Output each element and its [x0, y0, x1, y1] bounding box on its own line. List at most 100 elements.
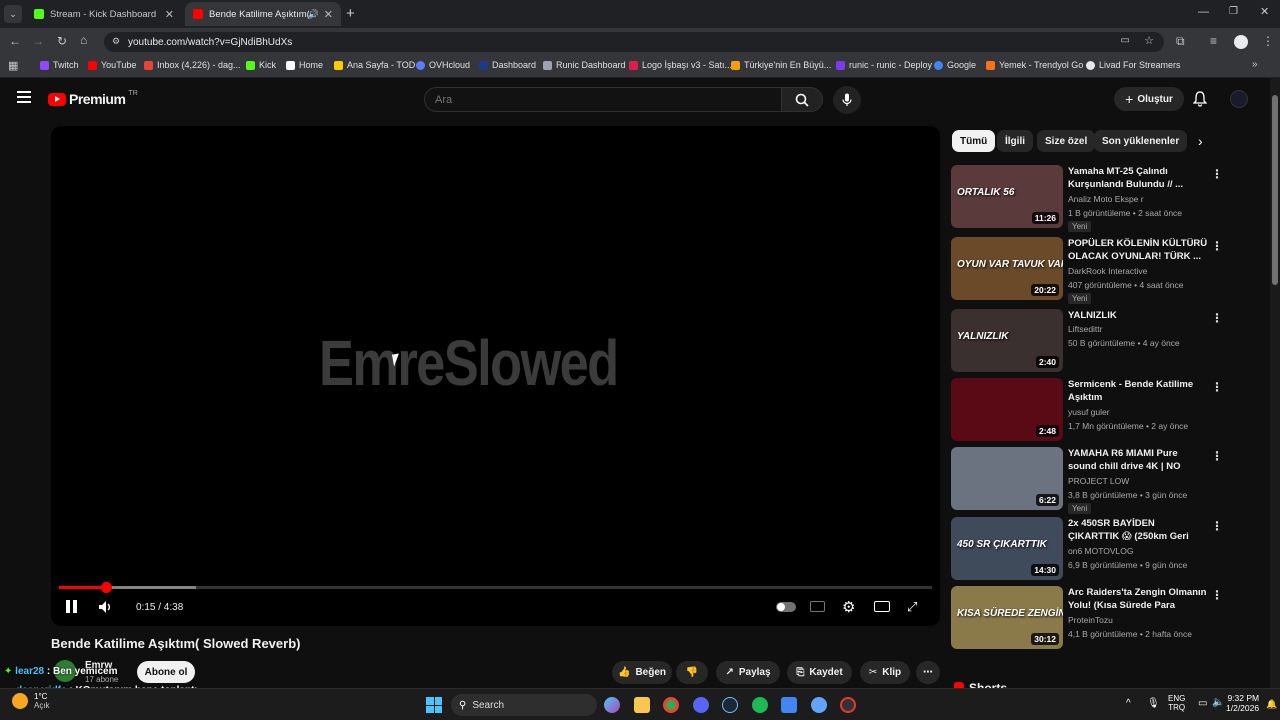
chrome-icon[interactable] — [663, 697, 679, 713]
obs-icon[interactable] — [840, 697, 856, 713]
recommendation-title[interactable]: YALNIZLIK — [1068, 309, 1208, 322]
bookmark-livad[interactable]: Livad For Streamers — [1086, 60, 1181, 70]
more-vertical-icon[interactable]: ⋮ — [1211, 239, 1223, 253]
progress-scrubber-handle[interactable] — [101, 582, 113, 593]
new-tab-button[interactable]: + — [346, 5, 355, 22]
site-info-icon[interactable]: ⚙ — [112, 36, 120, 47]
like-button[interactable]: 👍 Beğen — [612, 661, 672, 684]
recommendation-channel[interactable]: DarkRook Interactive — [1068, 266, 1147, 276]
chips-next-chevron-icon[interactable]: › — [1198, 133, 1203, 149]
scrollbar-thumb[interactable] — [1272, 95, 1278, 285]
bookmark-turkiye[interactable]: Türkiye'nin En Büyü... — [731, 60, 831, 70]
save-button[interactable]: ⎘ Kaydet — [787, 661, 852, 684]
create-button[interactable]: + Oluştur — [1114, 87, 1184, 111]
bookmark-runic-dashboard[interactable]: Runic Dashboard — [543, 60, 626, 70]
chrome-menu-icon[interactable]: ⋮ — [1262, 34, 1274, 48]
profile-avatar[interactable] — [1234, 35, 1248, 49]
restore-icon[interactable]: ❐ — [1229, 6, 1238, 17]
recommendation-item[interactable]: 450 SR ÇIKARTTIK 14:30 2x 450SR BAYİDEN ÇI… — [951, 517, 1223, 581]
bookmark-youtube[interactable]: YouTube — [88, 60, 136, 70]
reload-icon[interactable]: ↻ — [57, 34, 67, 48]
recommendation-title[interactable]: Yamaha MT-25 Çalındı Kurşunlandı Bulundu… — [1068, 165, 1208, 191]
video-thumbnail[interactable]: OYUN VAR TAVUK VAR 20:22 — [951, 237, 1063, 300]
spotify-icon[interactable] — [752, 697, 768, 713]
more-vertical-icon[interactable]: ⋮ — [1211, 449, 1223, 463]
start-button[interactable] — [426, 697, 442, 713]
chip-for-you[interactable]: Size özel — [1037, 130, 1096, 152]
gmail-app-icon[interactable] — [781, 697, 797, 713]
subscribe-button[interactable]: Abone ol — [137, 661, 195, 683]
video-thumbnail[interactable]: 2:48 — [951, 378, 1063, 441]
media-controls-icon[interactable]: ≡ — [1210, 34, 1217, 48]
close-tab-icon[interactable]: ✕ — [165, 8, 174, 21]
steam-icon[interactable] — [722, 697, 738, 713]
video-thumbnail[interactable]: 6:22 — [951, 447, 1063, 510]
home-icon[interactable]: ⌂ — [80, 33, 87, 47]
recommendation-item[interactable]: KISA SÜREDE ZENGİN 30:12 Arc Raiders'ta Ze… — [951, 586, 1223, 650]
settings-gear-icon[interactable]: ⚙ — [842, 598, 855, 616]
recommendation-title[interactable]: Arc Raiders'ta Zengin Olmanın Yolu! (Kıs… — [1068, 586, 1208, 612]
taskbar-search[interactable]: ⚲ Search — [451, 694, 597, 716]
fullscreen-icon[interactable]: ⤢ — [907, 599, 917, 615]
tab-kick-dashboard[interactable]: Stream - Kick Dashboard ✕ — [26, 2, 182, 26]
more-vertical-icon[interactable]: ⋮ — [1211, 380, 1223, 394]
recommendation-title[interactable]: 2x 450SR BAYİDEN ÇIKARTTIK 😱 (250km Geri… — [1068, 517, 1208, 543]
audio-playing-icon[interactable]: 🔊 — [308, 9, 319, 20]
extensions-icon[interactable]: ⧉ — [1176, 34, 1185, 49]
dislike-button[interactable]: 👎 — [676, 661, 708, 684]
video-thumbnail[interactable]: YALNIZLIK 2:40 — [951, 309, 1063, 372]
more-vertical-icon[interactable]: ⋮ — [1211, 588, 1223, 602]
video-thumbnail[interactable]: KISA SÜREDE ZENGİN 30:12 — [951, 586, 1063, 649]
youtube-logo[interactable]: Premium TR — [48, 90, 138, 107]
volume-button[interactable] — [98, 600, 114, 619]
recommendation-item[interactable]: 6:22 YAMAHA R6 MIAMI Pure sound chill dri… — [951, 447, 1223, 514]
recommendation-item[interactable]: 2:48 Sermicenk - Bende Katilime Aşıktım yu… — [951, 378, 1223, 442]
bookmark-runic-deploy[interactable]: runic - runic - Deploy — [836, 60, 932, 70]
app-icon[interactable] — [811, 697, 827, 713]
minimize-icon[interactable]: — — [1198, 6, 1209, 18]
chip-recent[interactable]: Son yüklenenler — [1094, 130, 1188, 152]
theater-mode-icon[interactable] — [874, 601, 890, 612]
more-vertical-icon[interactable]: ⋮ — [1211, 311, 1223, 325]
recommendation-channel[interactable]: Analiz Moto Ekspe r — [1068, 194, 1144, 204]
bookmark-twitch[interactable]: Twitch — [40, 60, 79, 70]
chip-all[interactable]: Tümü — [952, 130, 996, 152]
recommendation-title[interactable]: Sermicenk - Bende Katilime Aşıktım — [1068, 378, 1208, 404]
recommendation-title[interactable]: YAMAHA R6 MIAMI Pure sound chill drive 4… — [1068, 447, 1208, 473]
clip-button[interactable]: ✂ Klip — [860, 661, 910, 684]
autoplay-toggle[interactable] — [776, 602, 796, 612]
tab-youtube-video[interactable]: Bende Katilime Aşıktım( Slo 🔊 ✕ — [185, 2, 341, 26]
clock[interactable]: 9:32 PM 1/2/2026 — [1226, 693, 1259, 713]
network-icon[interactable]: ▭ — [1198, 698, 1207, 709]
search-input[interactable] — [424, 87, 782, 112]
address-bar[interactable]: ⚙ youtube.com/watch?v=GjNdiBhUdXs ▭ ☆ — [104, 32, 1164, 52]
cast-icon[interactable]: ▭ — [1121, 35, 1130, 46]
notifications-bell-icon[interactable] — [1192, 91, 1208, 112]
bookmark-google[interactable]: Google — [934, 60, 976, 70]
back-arrow-icon[interactable]: ← — [9, 34, 21, 48]
search-button[interactable] — [781, 87, 823, 112]
more-vertical-icon[interactable]: ⋮ — [1211, 519, 1223, 533]
discord-icon[interactable] — [693, 697, 709, 713]
notification-center-icon[interactable]: 🔔 — [1266, 699, 1277, 710]
tab-search-dropdown[interactable]: ⌄ — [4, 5, 22, 23]
close-tab-icon[interactable]: ✕ — [324, 8, 333, 21]
recommendation-item[interactable]: OYUN VAR TAVUK VAR 20:22 POPÜLER KÖLENİN K… — [951, 237, 1223, 304]
close-window-icon[interactable]: ✕ — [1260, 5, 1269, 18]
account-avatar[interactable] — [1230, 90, 1248, 108]
recommendation-channel[interactable]: PROJECT LOW — [1068, 476, 1129, 486]
voice-search-button[interactable] — [833, 86, 861, 114]
recommendation-item[interactable]: YALNIZLIK 2:40 YALNIZLIK Liftsedittr 50 B gö… — [951, 309, 1223, 373]
system-tray-chevron-icon[interactable]: ^ — [1126, 698, 1131, 709]
recommendation-channel[interactable]: on6 MOTOVLOG — [1068, 546, 1134, 556]
hamburger-menu-icon[interactable] — [17, 91, 31, 103]
share-button[interactable]: ↗ Paylaş — [716, 661, 780, 684]
bookmark-kick[interactable]: Kick — [246, 60, 276, 70]
recommendation-channel[interactable]: yusuf guler — [1068, 407, 1110, 417]
bookmark-ovhcloud[interactable]: OVHcloud — [416, 60, 470, 70]
recommendation-channel[interactable]: Liftsedittr — [1068, 324, 1103, 334]
video-thumbnail[interactable]: ORTALIK 56 11:26 — [951, 165, 1063, 228]
speaker-icon[interactable]: 🔈 — [1212, 697, 1224, 708]
weather-widget[interactable]: 1°C Açık — [12, 692, 50, 710]
bookmark-dashboard[interactable]: Dashboard — [479, 60, 536, 70]
